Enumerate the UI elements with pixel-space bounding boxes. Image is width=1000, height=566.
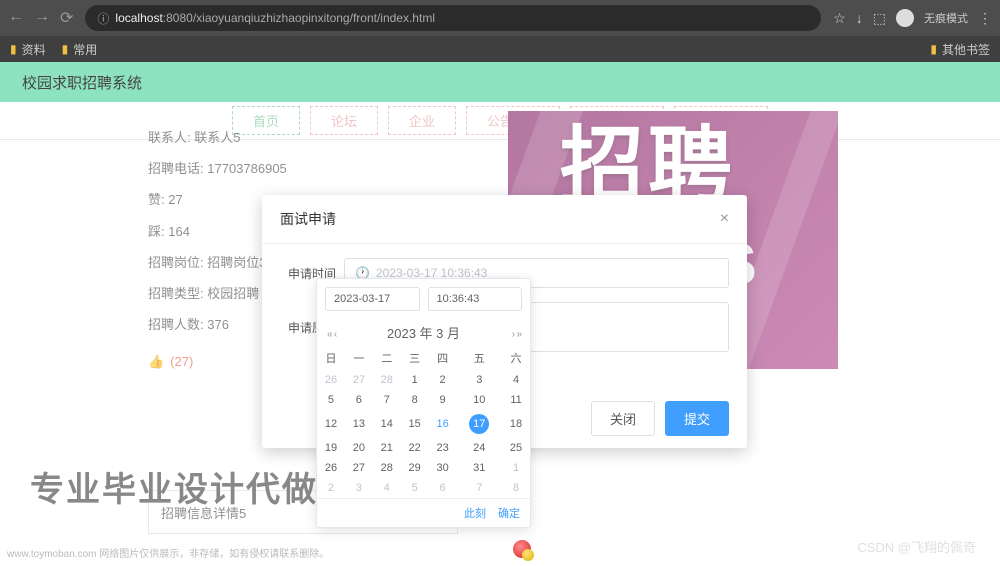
calendar-day[interactable]: 4 xyxy=(373,478,401,498)
calendar-day[interactable]: 27 xyxy=(345,458,373,478)
calendar-day[interactable]: 9 xyxy=(429,390,457,410)
bookmark-other[interactable]: ▮其他书签 xyxy=(930,41,990,58)
submit-button[interactable]: 提交 xyxy=(665,401,729,436)
calendar-day[interactable]: 1 xyxy=(502,458,530,478)
folder-icon: ▮ xyxy=(62,42,69,56)
calendar-day[interactable]: 10 xyxy=(457,390,503,410)
url-bar[interactable]: ⓘ localhost:8080/xiaoyuanqiuzhizhaopinxi… xyxy=(85,5,821,31)
calendar-day[interactable]: 15 xyxy=(401,410,429,438)
calendar-day[interactable]: 7 xyxy=(457,478,503,498)
circle-mark-icon xyxy=(513,540,535,562)
datepicker-time-input[interactable] xyxy=(428,287,523,311)
calendar-day[interactable]: 26 xyxy=(317,370,345,390)
folder-icon: ▮ xyxy=(930,42,937,56)
back-icon[interactable]: ← xyxy=(8,8,24,28)
star-icon[interactable]: ☆ xyxy=(833,10,846,27)
next-month-icon[interactable]: › xyxy=(512,329,513,340)
calendar-day[interactable]: 27 xyxy=(345,370,373,390)
browser-right-controls: ☆ ↓ ⬚ 无痕模式 ⋮ xyxy=(833,9,992,27)
watermark-small: www.toymoban.com 网络图片仅供展示，非存储，如有侵权请联系删除。 xyxy=(7,545,329,560)
calendar-day[interactable]: 12 xyxy=(317,410,345,438)
watermark-big: 专业毕业设计代做 xyxy=(30,462,318,511)
site-header: 校园求职招聘系统 xyxy=(0,62,1000,102)
url-path: /xiaoyuanqiuzhizhaopinxitong/front/index… xyxy=(193,11,435,25)
calendar-day[interactable]: 8 xyxy=(401,390,429,410)
calendar-day[interactable]: 14 xyxy=(373,410,401,438)
calendar-day[interactable]: 30 xyxy=(429,458,457,478)
calendar-day[interactable]: 25 xyxy=(502,438,530,458)
calendar-day[interactable]: 3 xyxy=(345,478,373,498)
url-host: localhost xyxy=(115,11,162,25)
prev-year-icon[interactable]: « xyxy=(327,329,331,340)
calendar-day[interactable]: 4 xyxy=(502,370,530,390)
bookmark-bar: ▮资料 ▮常用 ▮其他书签 xyxy=(0,36,1000,62)
weekday-header: 日 xyxy=(317,346,345,370)
weekday-header: 五 xyxy=(457,346,503,370)
calendar-day[interactable]: 26 xyxy=(317,458,345,478)
calendar-day[interactable]: 3 xyxy=(457,370,503,390)
calendar-day[interactable]: 16 xyxy=(429,410,457,438)
datepicker-header: « ‹ 2023 年 3 月 › » xyxy=(317,319,530,346)
modal-footer: 关闭 提交 xyxy=(591,401,729,436)
calendar-day[interactable]: 23 xyxy=(429,438,457,458)
calendar-day[interactable]: 7 xyxy=(373,390,401,410)
watermark-right: CSDN @飞翔的佩奇 xyxy=(857,537,976,556)
calendar-day[interactable]: 6 xyxy=(429,478,457,498)
calendar-day[interactable]: 2 xyxy=(429,370,457,390)
calendar-day[interactable]: 11 xyxy=(502,390,530,410)
weekday-header: 一 xyxy=(345,346,373,370)
reload-icon[interactable]: ⟳ xyxy=(60,8,73,28)
calendar-day[interactable]: 8 xyxy=(502,478,530,498)
calendar-day[interactable]: 29 xyxy=(401,458,429,478)
datepicker-date-input[interactable] xyxy=(325,287,420,311)
modal-close-icon[interactable]: × xyxy=(720,210,729,228)
calendar-day[interactable]: 19 xyxy=(317,438,345,458)
calendar-day[interactable]: 5 xyxy=(317,390,345,410)
incognito-label: 无痕模式 xyxy=(924,10,968,26)
calendar-day[interactable]: 17 xyxy=(457,410,503,438)
calendar-day[interactable]: 31 xyxy=(457,458,503,478)
datepicker-calendar: 日一二三四五六 26272812345678910111213141516171… xyxy=(317,346,530,498)
folder-icon: ▮ xyxy=(10,42,17,56)
next-year-icon[interactable]: » xyxy=(516,329,520,340)
weekday-header: 三 xyxy=(401,346,429,370)
now-button[interactable]: 此刻 xyxy=(464,505,486,521)
calendar-day[interactable]: 22 xyxy=(401,438,429,458)
weekday-header: 二 xyxy=(373,346,401,370)
prev-month-icon[interactable]: ‹ xyxy=(334,329,335,340)
calendar-day[interactable]: 24 xyxy=(457,438,503,458)
menu-icon[interactable]: ⋮ xyxy=(978,10,992,27)
calendar-day[interactable]: 13 xyxy=(345,410,373,438)
weekday-header: 六 xyxy=(502,346,530,370)
calendar-day[interactable]: 28 xyxy=(373,370,401,390)
nav-controls: ← → ⟳ xyxy=(8,8,73,28)
calendar-day[interactable]: 2 xyxy=(317,478,345,498)
browser-toolbar: ← → ⟳ ⓘ localhost:8080/xiaoyuanqiuzhizha… xyxy=(0,0,1000,36)
site-title: 校园求职招聘系统 xyxy=(22,72,142,93)
forward-icon[interactable]: → xyxy=(34,8,50,28)
confirm-button[interactable]: 确定 xyxy=(498,505,520,521)
bookmark-folder-2[interactable]: ▮常用 xyxy=(62,41,98,58)
calendar-day[interactable]: 28 xyxy=(373,458,401,478)
calendar-day[interactable]: 18 xyxy=(502,410,530,438)
bookmark-folder-1[interactable]: ▮资料 xyxy=(10,41,46,58)
datepicker-title: 2023 年 3 月 xyxy=(387,323,460,342)
modal-header: 面试申请 × xyxy=(262,195,747,244)
app-box-icon[interactable]: ⬚ xyxy=(873,10,886,27)
site-info-icon[interactable]: ⓘ xyxy=(97,10,109,27)
calendar-day[interactable]: 21 xyxy=(373,438,401,458)
cancel-button[interactable]: 关闭 xyxy=(591,401,655,436)
calendar-day[interactable]: 20 xyxy=(345,438,373,458)
calendar-day[interactable]: 6 xyxy=(345,390,373,410)
download-icon[interactable]: ↓ xyxy=(856,10,863,26)
modal-title: 面试申请 xyxy=(280,209,336,229)
profile-avatar-icon[interactable] xyxy=(896,9,914,27)
weekday-header: 四 xyxy=(429,346,457,370)
url-port: :8080 xyxy=(163,11,193,25)
calendar-day[interactable]: 5 xyxy=(401,478,429,498)
datepicker-popup: « ‹ 2023 年 3 月 › » 日一二三四五六 2627281234567… xyxy=(316,278,531,528)
calendar-day[interactable]: 1 xyxy=(401,370,429,390)
datepicker-footer: 此刻 确定 xyxy=(317,498,530,527)
